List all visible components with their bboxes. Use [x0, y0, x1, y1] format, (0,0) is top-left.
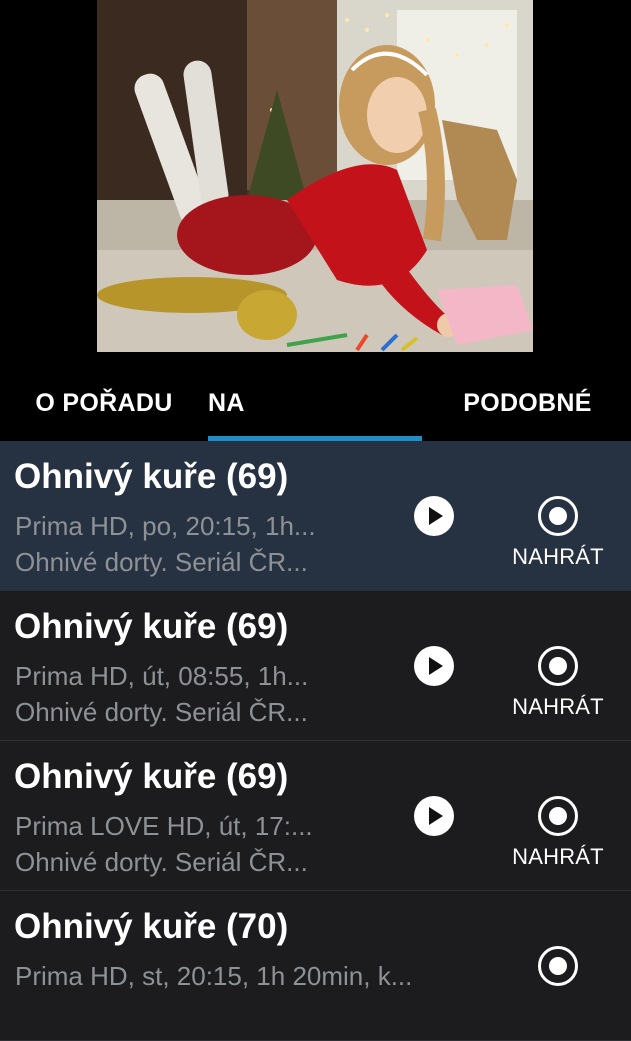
record-icon [538, 796, 578, 836]
episode-row[interactable]: Ohnivý kuře (69) Prima HD, po, 20:15, 1h… [0, 441, 631, 591]
episode-channel-time: Prima HD, po, 20:15, 1h... [15, 511, 316, 541]
episode-row[interactable]: Ohnivý kuře (69) Prima LOVE HD, út, 17:.… [0, 741, 631, 891]
episode-channel-time: Prima HD, út, 08:55, 1h... [15, 661, 309, 691]
video-thumbnail[interactable] [97, 0, 533, 352]
tab-similar[interactable]: PODOBNÉ [440, 365, 615, 441]
episode-channel-time: Prima LOVE HD, út, 17:... [15, 811, 313, 841]
video-scene-image [97, 0, 533, 352]
record-button[interactable]: NAHRÁT [505, 646, 611, 726]
tab-about[interactable]: O POŘADU [14, 365, 194, 441]
record-label: NAHRÁT [512, 844, 604, 869]
record-button[interactable]: NAHRÁT [505, 796, 611, 876]
record-icon [538, 646, 578, 686]
episode-row[interactable]: Ohnivý kuře (70) Prima HD, st, 20:15, 1h… [0, 891, 631, 1041]
episode-title: Ohnivý kuře (70) [14, 907, 289, 946]
tab-bar: O POŘADU NA PODOBNÉ [0, 365, 631, 441]
play-icon[interactable] [414, 496, 454, 536]
episode-title: Ohnivý kuře (69) [14, 757, 289, 796]
record-label: NAHRÁT [512, 544, 604, 569]
tab-on-air[interactable]: NA [208, 365, 422, 441]
record-icon [538, 946, 578, 986]
record-icon [538, 496, 578, 536]
episode-row[interactable]: Ohnivý kuře (69) Prima HD, út, 08:55, 1h… [0, 591, 631, 741]
episode-description: Ohnivé dorty. Seriál ČR... [15, 547, 308, 577]
episode-list: Ohnivý kuře (69) Prima HD, po, 20:15, 1h… [0, 441, 631, 1041]
record-label: NAHRÁT [512, 694, 604, 719]
episode-channel-time: Prima HD, st, 20:15, 1h 20min, k... [15, 961, 413, 991]
record-button[interactable] [505, 946, 611, 1026]
episode-title: Ohnivý kuře (69) [14, 607, 289, 646]
episode-description: Ohnivé dorty. Seriál ČR... [15, 697, 308, 727]
play-icon[interactable] [414, 796, 454, 836]
video-player[interactable] [0, 0, 631, 365]
record-button[interactable]: NAHRÁT [505, 496, 611, 576]
episode-title: Ohnivý kuře (69) [14, 457, 289, 496]
play-icon[interactable] [414, 646, 454, 686]
episode-description: Ohnivé dorty. Seriál ČR... [15, 847, 308, 877]
